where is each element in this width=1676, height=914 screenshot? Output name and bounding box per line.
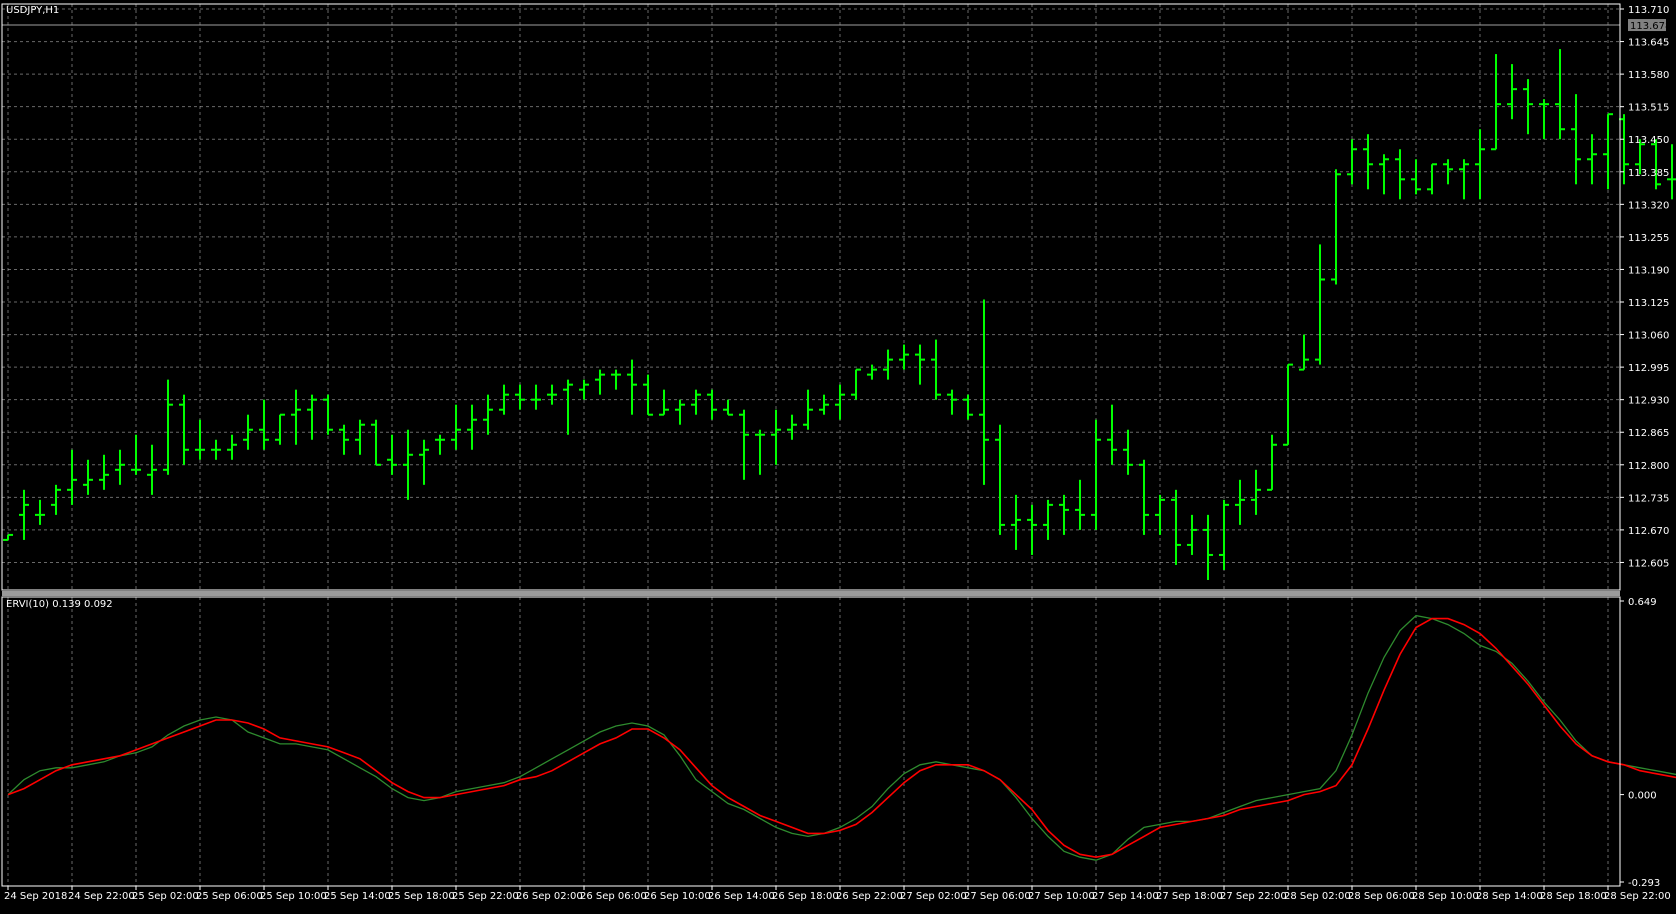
y-tick-label: 113.190: [1628, 265, 1669, 276]
y-tick-label: 112.735: [1628, 493, 1669, 504]
x-tick-label: 25 Sep 22:00: [452, 891, 519, 902]
y-tick-label: 112.930: [1628, 396, 1669, 407]
y-tick-label: 113.060: [1628, 331, 1669, 342]
x-tick-label: 24 Sep 22:00: [68, 891, 135, 902]
y-tick-label: 112.865: [1628, 428, 1669, 439]
x-tick-label: 26 Sep 14:00: [708, 891, 775, 902]
y-tick-label: 113.710: [1628, 5, 1669, 16]
x-tick-label: 26 Sep 06:00: [580, 891, 647, 902]
x-tick-label: 27 Sep 22:00: [1220, 891, 1287, 902]
x-tick-label: 26 Sep 02:00: [516, 891, 583, 902]
x-tick-label: 28 Sep 06:00: [1348, 891, 1415, 902]
x-tick-label: 26 Sep 22:00: [836, 891, 903, 902]
y-tick-label: 112.995: [1628, 363, 1669, 374]
x-tick-label: 25 Sep 14:00: [324, 891, 391, 902]
y-tick-label: 112.670: [1628, 526, 1669, 537]
x-tick-label: 25 Sep 06:00: [196, 891, 263, 902]
x-tick-label: 27 Sep 18:00: [1156, 891, 1223, 902]
osc-y-tick-label: 0.649: [1628, 597, 1657, 608]
indicator-title: ERVI(10) 0.139 0.092: [6, 599, 113, 610]
chart-background: [0, 0, 1676, 910]
y-tick-label: 113.580: [1628, 70, 1669, 81]
y-tick-label: 113.320: [1628, 200, 1669, 211]
x-tick-label: 28 Sep 22:00: [1604, 891, 1671, 902]
y-tick-label: 113.450: [1628, 135, 1669, 146]
pane-separator: [2, 591, 1620, 596]
x-tick-label: 26 Sep 18:00: [772, 891, 839, 902]
x-tick-label: 26 Sep 10:00: [644, 891, 711, 902]
osc-y-tick-label: 0.000: [1628, 791, 1657, 802]
chart-canvas: 113.710 113.645 113.580 113.515 113.450 113.3…: [0, 0, 1676, 910]
x-tick-label: 27 Sep 14:00: [1092, 891, 1159, 902]
current-price-label: 113.678: [1630, 21, 1671, 32]
x-tick-label: 27 Sep 10:00: [1028, 891, 1095, 902]
x-tick-label: 28 Sep 02:00: [1284, 891, 1351, 902]
x-tick-label: 25 Sep 18:00: [388, 891, 455, 902]
y-tick-label: 113.645: [1628, 38, 1669, 49]
y-tick-label: 113.255: [1628, 233, 1669, 244]
main-chart-title: USDJPY,H1: [6, 5, 59, 16]
x-tick-label: 25 Sep 02:00: [132, 891, 199, 902]
y-tick-label: 113.385: [1628, 168, 1669, 179]
x-tick-label: 24 Sep 2018: [4, 891, 67, 902]
x-tick-label: 25 Sep 10:00: [260, 891, 327, 902]
y-tick-label: 113.515: [1628, 103, 1669, 114]
x-tick-label: 28 Sep 10:00: [1412, 891, 1479, 902]
y-tick-label: 113.125: [1628, 298, 1669, 309]
chart-window[interactable]: 113.710 113.645 113.580 113.515 113.450 113.3…: [0, 0, 1676, 910]
osc-y-tick-label: -0.293: [1628, 878, 1660, 889]
x-tick-label: 27 Sep 02:00: [900, 891, 967, 902]
x-tick-label: 28 Sep 14:00: [1476, 891, 1543, 902]
x-tick-label: 27 Sep 06:00: [964, 891, 1031, 902]
y-tick-label: 112.800: [1628, 461, 1669, 472]
x-tick-label: 28 Sep 18:00: [1540, 891, 1607, 902]
y-tick-label: 112.605: [1628, 558, 1669, 569]
